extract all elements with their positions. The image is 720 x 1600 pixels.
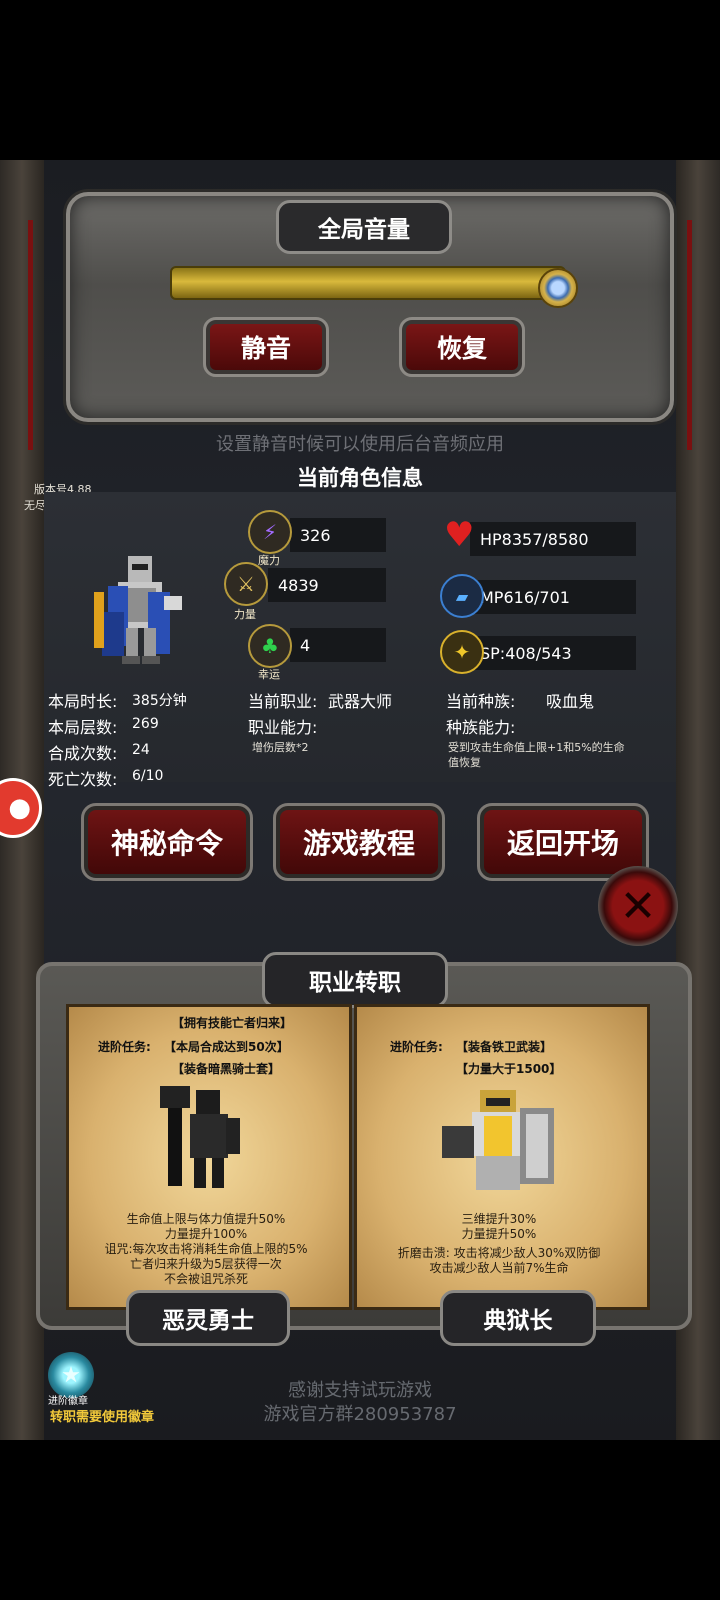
job-ability-label: 职业能力: bbox=[248, 718, 318, 737]
evil-warrior-name[interactable]: 恶灵勇士 bbox=[126, 1290, 290, 1346]
job-ability-value: 增伤层数*2 bbox=[252, 741, 309, 754]
luck-clover-icon: ♣ bbox=[248, 624, 292, 668]
magic-lightning-icon: ⚡ bbox=[248, 510, 292, 554]
heart-icon: ♥ bbox=[444, 515, 475, 555]
sp-value: SP:408/543 bbox=[470, 636, 636, 670]
luck-value: 4 bbox=[290, 628, 386, 662]
frame-accent-right bbox=[687, 220, 692, 450]
floor-value: 269 bbox=[132, 716, 159, 732]
secret-command-button[interactable]: 神秘命令 bbox=[81, 803, 253, 881]
luck-label: 幸运 bbox=[258, 668, 280, 681]
magic-label: 魔力 bbox=[258, 554, 280, 567]
character-section-title: 当前角色信息 bbox=[297, 466, 423, 490]
left-desc1: 生命值上限与体力值提升50% bbox=[126, 1212, 286, 1226]
right-req1: 【装备铁卫武装】 bbox=[456, 1040, 553, 1054]
warden-name[interactable]: 典狱长 bbox=[440, 1290, 596, 1346]
left-desc3: 诅咒:每次攻击将消耗生命值上限的5% bbox=[104, 1242, 308, 1256]
death-label: 死亡次数: bbox=[48, 770, 118, 789]
footer-group: 游戏官方群280953787 bbox=[263, 1404, 457, 1425]
volume-slider-knob[interactable] bbox=[538, 268, 578, 308]
death-value: 6/10 bbox=[132, 768, 164, 784]
restore-button[interactable]: 恢复 bbox=[399, 317, 525, 377]
frame-accent-left bbox=[28, 220, 33, 450]
left-desc2: 力量提升100% bbox=[164, 1227, 248, 1241]
left-req2: 【本局合成达到50次】 bbox=[164, 1040, 289, 1054]
race-label: 当前种族: bbox=[446, 692, 516, 711]
warden-sprite bbox=[442, 1090, 554, 1190]
mana-icon: ▰ bbox=[440, 574, 484, 618]
volume-slider[interactable] bbox=[170, 266, 566, 300]
power-value: 4839 bbox=[268, 568, 386, 602]
footer-thanks: 感谢支持试玩游戏 bbox=[288, 1380, 432, 1401]
merge-label: 合成次数: bbox=[48, 744, 118, 763]
right-task-prefix: 进阶任务: bbox=[390, 1040, 443, 1054]
right-desc1: 三维提升30% bbox=[461, 1212, 537, 1226]
right-req2: 【力量大于1500】 bbox=[456, 1062, 562, 1076]
time-label: 本局时长: bbox=[48, 692, 118, 711]
close-icon[interactable]: ✕ bbox=[598, 866, 678, 946]
return-start-button[interactable]: 返回开场 bbox=[477, 803, 649, 881]
class-change-title: 职业转职 bbox=[262, 952, 448, 1008]
time-value: 385分钟 bbox=[132, 693, 187, 709]
power-sword-icon: ⚔ bbox=[224, 562, 268, 606]
job-value: 武器大师 bbox=[328, 692, 393, 711]
volume-title: 全局音量 bbox=[276, 200, 452, 254]
floor-label: 本局层数: bbox=[48, 718, 118, 737]
merge-value: 24 bbox=[132, 742, 150, 758]
power-label: 力量 bbox=[234, 608, 256, 621]
stamina-icon: ✦ bbox=[440, 630, 484, 674]
race-ability-value: 受到攻击生命值上限+1和5%的生命值恢复 bbox=[448, 741, 625, 769]
right-desc3: 折磨击溃: 攻击将减少敌人30%双防御 bbox=[397, 1246, 601, 1260]
evil-warrior-sprite bbox=[160, 1086, 240, 1188]
magic-value: 326 bbox=[290, 518, 386, 552]
hp-value: HP8357/8580 bbox=[470, 522, 636, 556]
mp-value: MP616/701 bbox=[470, 580, 636, 614]
volume-hint: 设置静音时候可以使用后台音频应用 bbox=[216, 434, 504, 455]
left-task-prefix: 进阶任务: bbox=[98, 1040, 151, 1054]
right-desc4: 攻击减少敌人当前7%生命 bbox=[429, 1261, 569, 1275]
mute-button[interactable]: 静音 bbox=[203, 317, 329, 377]
right-desc2: 力量提升50% bbox=[461, 1227, 537, 1241]
left-desc5: 不会被诅咒杀死 bbox=[163, 1272, 248, 1286]
left-desc4: 亡者归来升级为5层获得一次 bbox=[130, 1257, 282, 1271]
job-label: 当前职业: bbox=[248, 692, 318, 711]
left-req1: 【拥有技能亡者归来】 bbox=[172, 1016, 293, 1030]
character-sprite bbox=[94, 556, 182, 664]
left-req3: 【装备暗黑骑士套】 bbox=[172, 1062, 281, 1076]
race-ability-label: 种族能力: bbox=[446, 718, 516, 737]
tutorial-button[interactable]: 游戏教程 bbox=[273, 803, 445, 881]
race-value: 吸血鬼 bbox=[546, 692, 595, 711]
